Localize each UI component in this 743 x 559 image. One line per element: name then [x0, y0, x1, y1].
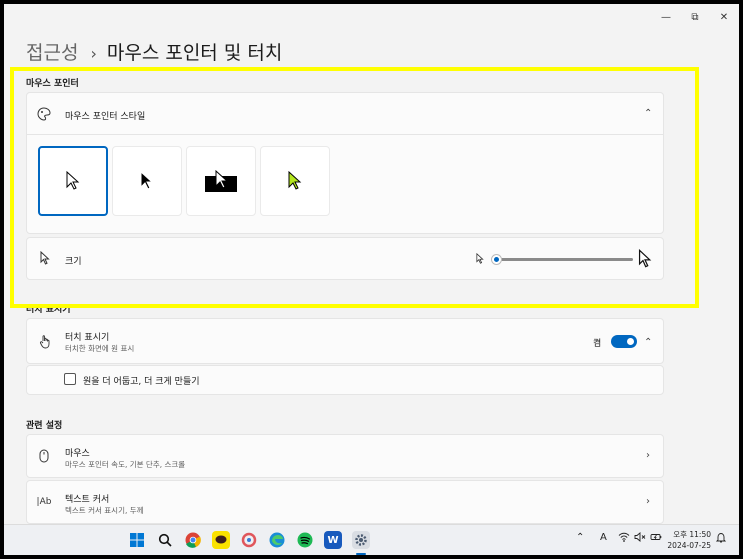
pointer-style-label: 마우스 포인터 스타일	[65, 112, 146, 122]
active-app-indicator	[356, 553, 366, 555]
maximize-button[interactable]: ⧉	[681, 6, 709, 28]
related-item-text-cursor-label: 텍스트 커서	[65, 495, 110, 505]
taskbar: W ⌃ A 오후 11:50 2024-07-25	[4, 524, 739, 555]
chevron-right-icon[interactable]: ›	[646, 496, 650, 507]
word-icon[interactable]: W	[324, 531, 342, 549]
pointer-style-inverted[interactable]	[186, 146, 256, 216]
darker-circle-checkbox[interactable]	[64, 373, 76, 385]
related-item-mouse-label: 마우스	[65, 449, 90, 459]
breadcrumb-parent[interactable]: 접근성	[26, 38, 78, 65]
darker-circle-label: 원을 더 어둡고, 더 크게 만들기	[83, 377, 200, 387]
section-title-touch-indicator: 터치 표시기	[26, 305, 71, 315]
related-item-text-cursor[interactable]	[26, 480, 664, 524]
toggle-knob	[627, 338, 634, 345]
section-title-mouse-pointer: 마우스 포인터	[26, 79, 79, 89]
system-clock[interactable]: 오후 11:50 2024-07-25	[667, 529, 711, 551]
pointer-style-icon	[36, 106, 52, 122]
toggle-state-label: 켬	[593, 339, 602, 349]
volume-muted-icon[interactable]	[634, 532, 646, 545]
photo-editor-icon[interactable]	[240, 531, 258, 549]
clock-date: 2024-07-25	[667, 541, 711, 550]
kakaotalk-icon[interactable]	[212, 531, 230, 549]
section-title-related-settings: 관련 설정	[26, 421, 63, 431]
chevron-right-icon[interactable]: ›	[646, 450, 650, 461]
tray-chevron-up-icon[interactable]: ⌃	[576, 532, 584, 543]
related-item-mouse-description: 마우스 포인터 속도, 기본 단추, 스크롤	[65, 460, 186, 469]
touch-indicator-description: 터치한 화면에 원 표시	[65, 344, 135, 353]
touch-indicator-card[interactable]	[26, 318, 664, 364]
cursor-icon	[38, 250, 52, 266]
touch-indicator-toggle[interactable]	[611, 335, 637, 348]
windows-start-icon[interactable]	[128, 531, 146, 549]
touch-hand-icon	[37, 333, 53, 349]
minimize-button[interactable]: —	[652, 6, 680, 28]
close-button[interactable]: ✕	[710, 6, 738, 28]
wifi-icon[interactable]	[618, 532, 630, 545]
settings-icon[interactable]	[352, 531, 370, 549]
pointer-size-label: 크기	[65, 257, 82, 267]
pointer-size-slider-thumb[interactable]	[492, 255, 501, 264]
ime-indicator[interactable]: A	[600, 532, 607, 543]
chevron-up-icon[interactable]: ⌃	[644, 108, 652, 119]
pointer-style-black[interactable]	[112, 146, 182, 216]
small-cursor-icon	[475, 252, 485, 264]
pointer-size-slider[interactable]	[495, 258, 633, 261]
notification-bell-icon[interactable]	[715, 532, 727, 546]
large-cursor-icon	[637, 248, 653, 268]
settings-window: — ⧉ ✕ 접근성 › 마우스 포인터 및 터치 마우스 포인터 마우스 포인터…	[4, 4, 739, 524]
pointer-style-custom[interactable]	[260, 146, 330, 216]
related-item-text-cursor-description: 텍스트 커서 표시기, 두께	[65, 506, 144, 515]
breadcrumb-separator: ›	[90, 44, 97, 63]
spotify-icon[interactable]	[296, 531, 314, 549]
clock-time: 오후 11:50	[673, 530, 711, 539]
related-item-mouse[interactable]	[26, 434, 664, 478]
edge-icon[interactable]	[268, 531, 286, 549]
chrome-icon[interactable]	[184, 531, 202, 549]
text-cursor-icon: |Ab	[36, 497, 52, 507]
mouse-icon	[37, 448, 51, 464]
breadcrumb: 접근성 › 마우스 포인터 및 터치	[26, 38, 282, 65]
chevron-up-icon[interactable]: ⌃	[644, 337, 652, 348]
pointer-style-white[interactable]	[38, 146, 108, 216]
battery-icon[interactable]	[650, 532, 662, 545]
search-icon[interactable]	[156, 531, 174, 549]
touch-indicator-label: 터치 표시기	[65, 333, 110, 343]
page-title: 마우스 포인터 및 터치	[106, 42, 283, 64]
